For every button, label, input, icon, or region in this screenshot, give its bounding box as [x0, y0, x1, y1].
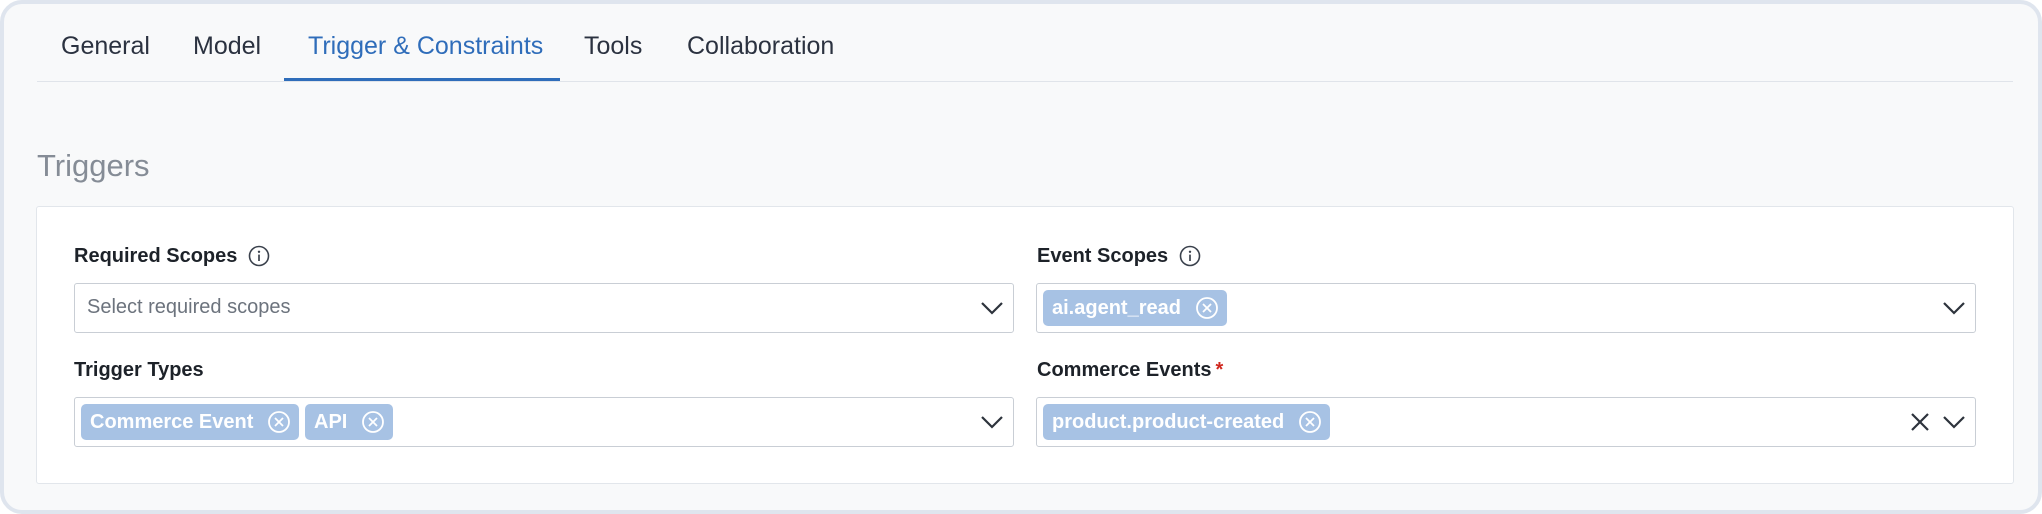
tab-bar: General Model Trigger & Constraints Tool… — [37, 4, 2013, 82]
chip-label: ai.agent_read — [1052, 296, 1181, 319]
active-tab-indicator — [284, 78, 560, 81]
commerce-events-label: Commerce Events * — [1037, 359, 1223, 382]
chevron-down-icon[interactable] — [980, 412, 1004, 432]
tab-model[interactable]: Model — [193, 32, 261, 61]
trigger-types-label-text: Trigger Types — [74, 359, 204, 381]
section-title: Triggers — [37, 148, 150, 183]
tab-tools[interactable]: Tools — [584, 32, 642, 61]
required-scopes-select[interactable]: Select required scopes — [74, 283, 1014, 333]
chip-label: product.product-created — [1052, 410, 1285, 433]
info-icon[interactable] — [1179, 245, 1201, 267]
required-scopes-placeholder: Select required scopes — [87, 296, 291, 318]
trigger-type-chip: API — [305, 404, 394, 440]
trigger-types-label: Trigger Types — [74, 359, 204, 382]
remove-chip-icon[interactable] — [361, 410, 385, 434]
commerce-event-chip: product.product-created — [1043, 404, 1331, 440]
event-scopes-label: Event Scopes — [1037, 245, 1201, 268]
trigger-type-chip: Commerce Event — [81, 404, 300, 440]
required-scopes-label-text: Required Scopes — [74, 245, 238, 267]
triggers-panel: Required Scopes Select required scopes E… — [36, 206, 2014, 484]
info-icon[interactable] — [248, 245, 270, 267]
event-scopes-select[interactable]: ai.agent_read — [1036, 283, 1976, 333]
tab-trigger-constraints[interactable]: Trigger & Constraints — [308, 32, 543, 61]
settings-window: General Model Trigger & Constraints Tool… — [0, 0, 2042, 514]
required-marker: * — [1215, 359, 1224, 381]
chevron-down-icon[interactable] — [1942, 298, 1966, 318]
remove-chip-icon[interactable] — [1195, 296, 1219, 320]
clear-all-icon[interactable] — [1909, 411, 1931, 433]
chip-label: Commerce Event — [90, 410, 254, 433]
chip-label: API — [314, 410, 348, 433]
event-scope-chip: ai.agent_read — [1043, 290, 1227, 326]
chevron-down-icon[interactable] — [1942, 412, 1966, 432]
tab-general[interactable]: General — [61, 32, 150, 61]
remove-chip-icon[interactable] — [267, 410, 291, 434]
commerce-events-label-text: Commerce Events — [1037, 359, 1212, 381]
remove-chip-icon[interactable] — [1298, 410, 1322, 434]
required-scopes-label: Required Scopes — [74, 245, 270, 268]
tab-collaboration[interactable]: Collaboration — [687, 32, 834, 61]
chevron-down-icon[interactable] — [980, 298, 1004, 318]
trigger-types-select[interactable]: Commerce Event API — [74, 397, 1014, 447]
commerce-events-select[interactable]: product.product-created — [1036, 397, 1976, 447]
event-scopes-label-text: Event Scopes — [1037, 245, 1169, 267]
